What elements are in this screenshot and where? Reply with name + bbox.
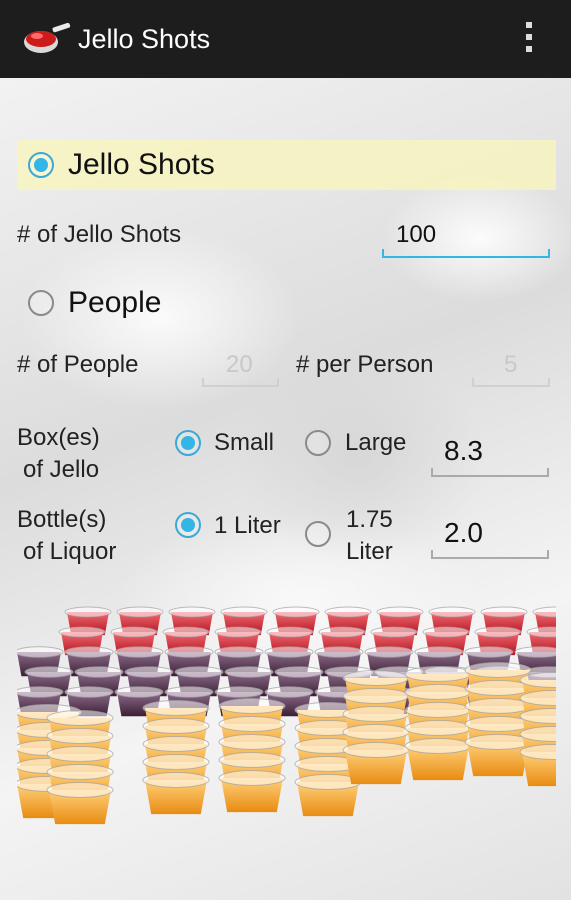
jello-large-radio[interactable] bbox=[305, 430, 331, 456]
jello-boxes-value[interactable]: 8.3 bbox=[444, 435, 483, 467]
liquor-label-line2: of Liquor bbox=[23, 538, 117, 565]
per-person-input[interactable]: 5 bbox=[504, 351, 517, 379]
people-underline bbox=[202, 378, 279, 387]
action-bar: Jello Shots bbox=[0, 0, 571, 78]
liquor-175liter-label-line1[interactable]: 1.75 bbox=[346, 506, 393, 534]
per-person-label: # per Person bbox=[296, 351, 434, 378]
jello-label-line2: of Jello bbox=[23, 456, 100, 483]
mode-people-radio[interactable] bbox=[28, 290, 54, 316]
liquor-1liter-label[interactable]: 1 Liter bbox=[214, 512, 281, 540]
liquor-bottles-value[interactable]: 2.0 bbox=[444, 517, 483, 549]
jello-bowl-icon bbox=[24, 22, 71, 53]
jello-small-label[interactable]: Small bbox=[214, 429, 274, 457]
people-label: # of People bbox=[17, 351, 139, 378]
jello-shots-photo bbox=[17, 606, 556, 825]
app-title: Jello Shots bbox=[78, 24, 211, 54]
liquor-bottles-underline bbox=[431, 550, 549, 559]
liquor-175liter-label-line2[interactable]: Liter bbox=[346, 538, 393, 566]
people-input[interactable]: 20 bbox=[226, 351, 253, 379]
liquor-label-line1: Bottle(s) bbox=[17, 506, 107, 533]
overflow-menu-icon[interactable] bbox=[525, 22, 533, 58]
shots-count-input[interactable]: 100 bbox=[396, 221, 436, 249]
shots-count-underline bbox=[382, 249, 550, 258]
shots-count-label: # of Jello Shots bbox=[17, 221, 182, 248]
jello-label-line1: Box(es) bbox=[17, 424, 100, 451]
mode-shots-label[interactable]: Jello Shots bbox=[68, 148, 215, 182]
jello-large-label[interactable]: Large bbox=[345, 429, 406, 457]
liquor-1liter-radio[interactable] bbox=[175, 512, 201, 538]
per-person-underline bbox=[472, 378, 550, 387]
mode-people-label[interactable]: People bbox=[68, 286, 161, 320]
mode-shots-radio[interactable] bbox=[28, 152, 54, 178]
liquor-175liter-radio[interactable] bbox=[305, 521, 331, 547]
jello-boxes-underline bbox=[431, 468, 549, 477]
jello-small-radio[interactable] bbox=[175, 430, 201, 456]
